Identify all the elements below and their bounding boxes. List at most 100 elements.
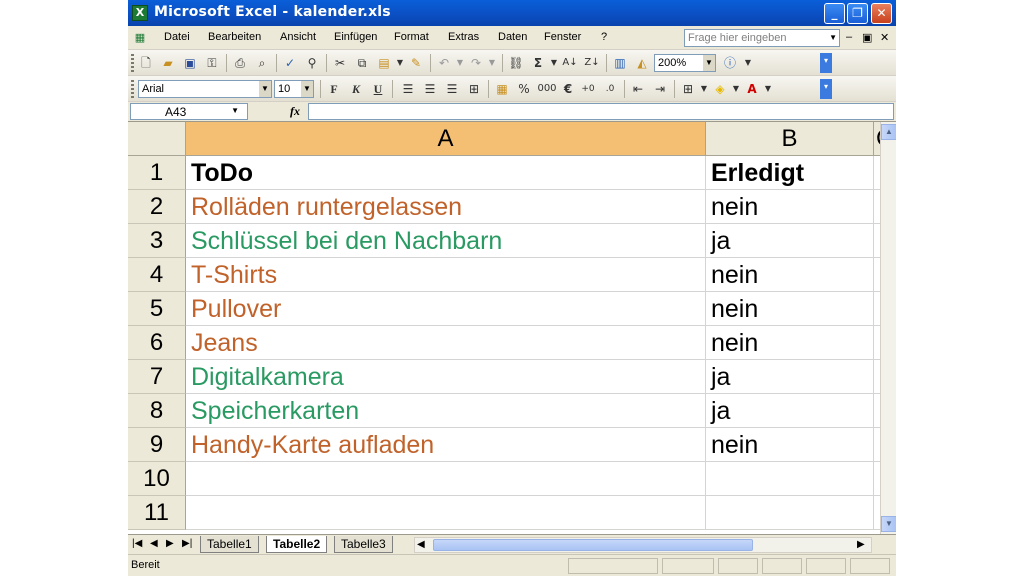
toolbar-grip[interactable] xyxy=(131,54,134,72)
doc-close-button[interactable]: ✕ xyxy=(880,31,889,44)
italic-button[interactable]: K xyxy=(348,81,364,97)
cell-b[interactable]: ja xyxy=(706,360,874,394)
title-bar[interactable]: X Microsoft Excel - kalender.xls _ ❐ ✕ xyxy=(128,0,896,26)
select-all-corner[interactable] xyxy=(128,122,186,156)
research-icon[interactable]: ⚲ xyxy=(304,55,320,71)
decrease-decimal-icon[interactable]: .0 xyxy=(602,81,618,97)
cell-b[interactable]: ja xyxy=(706,224,874,258)
name-box[interactable]: A43 ▼ xyxy=(130,103,248,120)
chevron-down-icon[interactable]: ▼ xyxy=(392,55,408,71)
bold-button[interactable]: F xyxy=(326,81,342,97)
borders-icon[interactable]: ⊞ xyxy=(680,81,696,97)
document-icon[interactable]: ▦ xyxy=(132,30,148,46)
row-header[interactable]: 11 xyxy=(128,496,186,530)
undo-icon[interactable]: ↶ xyxy=(436,55,452,71)
align-left-icon[interactable]: ☰ xyxy=(400,81,416,97)
doc-minimize-button[interactable]: – xyxy=(846,31,852,43)
column-header-b[interactable]: B xyxy=(706,122,874,156)
new-document-icon[interactable]: 🗋 xyxy=(138,55,154,71)
chart-wizard-icon[interactable]: ▥ xyxy=(612,55,628,71)
formula-input[interactable] xyxy=(308,103,894,120)
cell-b[interactable]: ja xyxy=(706,394,874,428)
sheet-tab-tabelle2[interactable]: Tabelle2 xyxy=(266,536,328,553)
euro-button[interactable]: € xyxy=(560,81,576,97)
menu-bearbeiten[interactable]: Bearbeiten xyxy=(208,31,261,43)
copy-icon[interactable]: ⧉ xyxy=(354,55,370,71)
cell-b[interactable]: nein xyxy=(706,190,874,224)
chevron-down-icon[interactable]: ▼ xyxy=(728,81,744,97)
chevron-down-icon[interactable]: ▼ xyxy=(301,81,313,97)
print-icon[interactable]: ⎙ xyxy=(232,55,248,71)
chevron-down-icon[interactable]: ▼ xyxy=(740,55,756,71)
row-header[interactable]: 8 xyxy=(128,394,186,428)
chevron-down-icon[interactable]: ▼ xyxy=(231,106,239,115)
toolbar-options-icon[interactable]: ▾ xyxy=(820,79,832,99)
increase-indent-icon[interactable]: ⇥ xyxy=(652,81,668,97)
cell-a[interactable]: Schlüssel bei den Nachbarn xyxy=(186,224,706,258)
cell-b[interactable]: nein xyxy=(706,258,874,292)
sheet-tab-tabelle1[interactable]: Tabelle1 xyxy=(200,536,259,553)
hyperlink-icon[interactable]: ⛓ xyxy=(508,55,524,71)
scroll-left-icon[interactable]: ◀ xyxy=(417,539,425,550)
help-icon[interactable]: ⓘ xyxy=(722,55,738,71)
cell-a[interactable]: Speicherkarten xyxy=(186,394,706,428)
cell-b[interactable]: nein xyxy=(706,326,874,360)
font-name-select[interactable]: Arial ▼ xyxy=(138,80,272,98)
cell-a[interactable]: ToDo xyxy=(186,156,706,190)
menu-datei[interactable]: Datei xyxy=(164,31,190,43)
toolbar-options-icon[interactable]: ▾ xyxy=(820,53,832,73)
row-header[interactable]: 5 xyxy=(128,292,186,326)
menu-extras[interactable]: Extras xyxy=(448,31,479,43)
merge-center-icon[interactable]: ⊞ xyxy=(466,81,482,97)
cell-a[interactable]: Pullover xyxy=(186,292,706,326)
minimize-button[interactable]: _ xyxy=(824,3,845,24)
scroll-up-icon[interactable]: ▲ xyxy=(881,124,896,140)
drawing-icon[interactable]: ◭ xyxy=(634,55,650,71)
worksheet-grid[interactable]: A B C 1ToDoErledigt2Rolläden runtergelas… xyxy=(128,122,880,534)
row-header[interactable]: 4 xyxy=(128,258,186,292)
prev-sheet-icon[interactable]: ◀ xyxy=(150,538,158,549)
save-icon[interactable]: ▣ xyxy=(182,55,198,71)
redo-icon[interactable]: ↷ xyxy=(468,55,484,71)
doc-restore-button[interactable]: ▣ xyxy=(862,31,872,44)
permission-icon[interactable]: ⚿ xyxy=(204,55,220,71)
cell-a[interactable]: Handy-Karte aufladen xyxy=(186,428,706,462)
chevron-down-icon[interactable]: ▼ xyxy=(546,55,562,71)
align-right-icon[interactable]: ☰ xyxy=(444,81,460,97)
cut-icon[interactable]: ✂ xyxy=(332,55,348,71)
horizontal-scrollbar[interactable]: ◀ ▶ xyxy=(414,537,872,553)
sheet-tab-tabelle3[interactable]: Tabelle3 xyxy=(334,536,393,553)
percent-button[interactable]: % xyxy=(516,81,532,97)
chevron-down-icon[interactable]: ▼ xyxy=(696,81,712,97)
sort-ascending-icon[interactable]: A↓ xyxy=(562,55,578,71)
scroll-right-icon[interactable]: ▶ xyxy=(857,539,865,550)
horizontal-scroll-thumb[interactable] xyxy=(433,539,753,551)
autosum-icon[interactable]: Σ xyxy=(530,55,546,71)
column-header-a[interactable]: A xyxy=(186,122,706,156)
chevron-down-icon[interactable]: ▼ xyxy=(829,33,837,42)
menu-ansicht[interactable]: Ansicht xyxy=(280,31,316,43)
fill-color-icon[interactable]: ◈ xyxy=(712,81,728,97)
print-preview-icon[interactable]: ⌕ xyxy=(254,55,270,71)
menu-format[interactable]: Format xyxy=(394,31,429,43)
cell-a[interactable]: Digitalkamera xyxy=(186,360,706,394)
row-header[interactable]: 1 xyxy=(128,156,186,190)
cell-b[interactable]: nein xyxy=(706,428,874,462)
menu-einfuegen[interactable]: Einfügen xyxy=(334,31,377,43)
cell-a[interactable]: Rolläden runtergelassen xyxy=(186,190,706,224)
help-search-input[interactable]: Frage hier eingeben ▼ xyxy=(684,29,840,47)
menu-help[interactable]: ? xyxy=(601,31,607,43)
cell-b[interactable]: nein xyxy=(706,292,874,326)
chevron-down-icon[interactable]: ▼ xyxy=(452,55,468,71)
spelling-icon[interactable]: ✓ xyxy=(282,55,298,71)
close-button[interactable]: ✕ xyxy=(871,3,892,24)
maximize-button[interactable]: ❐ xyxy=(847,3,868,24)
row-header[interactable]: 10 xyxy=(128,462,186,496)
cell-b[interactable] xyxy=(706,462,874,496)
menu-fenster[interactable]: Fenster xyxy=(544,31,581,43)
cell-a[interactable]: T-Shirts xyxy=(186,258,706,292)
paste-icon[interactable]: ▤ xyxy=(376,55,392,71)
chevron-down-icon[interactable]: ▼ xyxy=(259,81,271,97)
cell-b[interactable] xyxy=(706,496,874,530)
next-sheet-icon[interactable]: ▶ xyxy=(166,538,174,549)
